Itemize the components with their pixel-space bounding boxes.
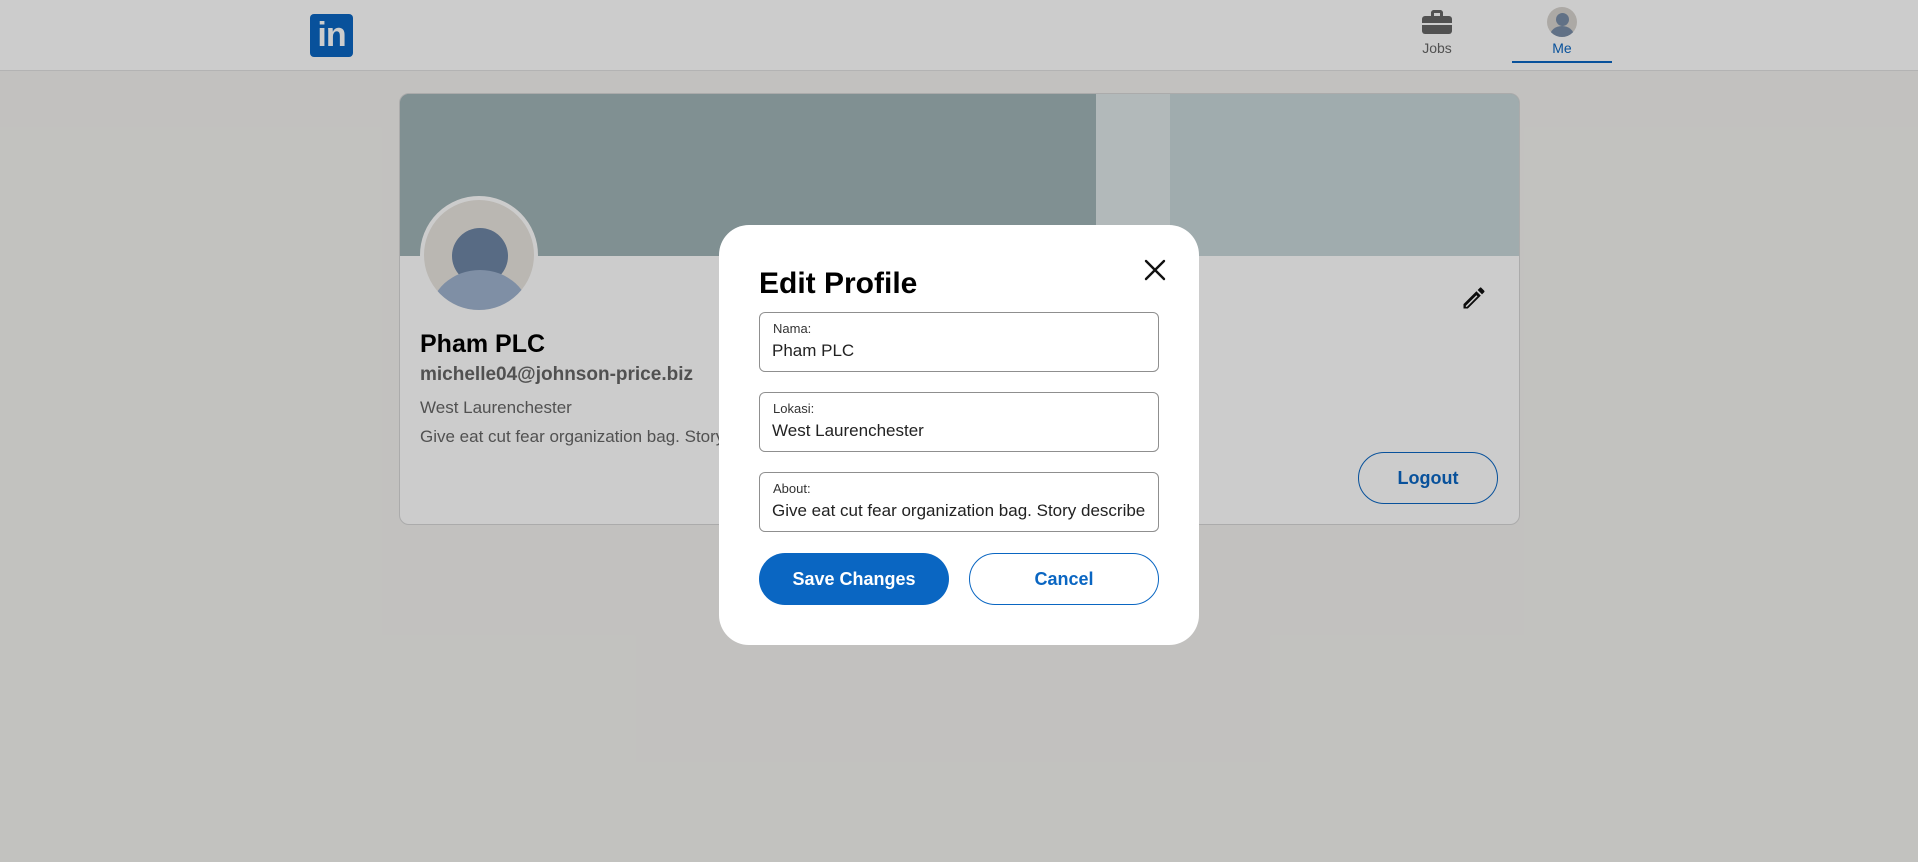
edit-profile-modal: Edit Profile Nama: Lokasi: About: Save C… xyxy=(719,225,1199,645)
about-input[interactable] xyxy=(772,499,1156,523)
location-field-label: Lokasi: xyxy=(773,401,815,416)
location-input[interactable] xyxy=(772,419,1156,443)
save-changes-button[interactable]: Save Changes xyxy=(759,553,949,605)
modal-title: Edit Profile xyxy=(759,267,918,300)
name-field-label: Nama: xyxy=(773,321,812,336)
location-field: Lokasi: xyxy=(759,392,1159,452)
about-field: About: xyxy=(759,472,1159,532)
close-icon[interactable] xyxy=(1140,255,1170,285)
name-field: Nama: xyxy=(759,312,1159,372)
name-input[interactable] xyxy=(772,339,1156,363)
cancel-button[interactable]: Cancel xyxy=(969,553,1159,605)
about-field-label: About: xyxy=(773,481,811,496)
